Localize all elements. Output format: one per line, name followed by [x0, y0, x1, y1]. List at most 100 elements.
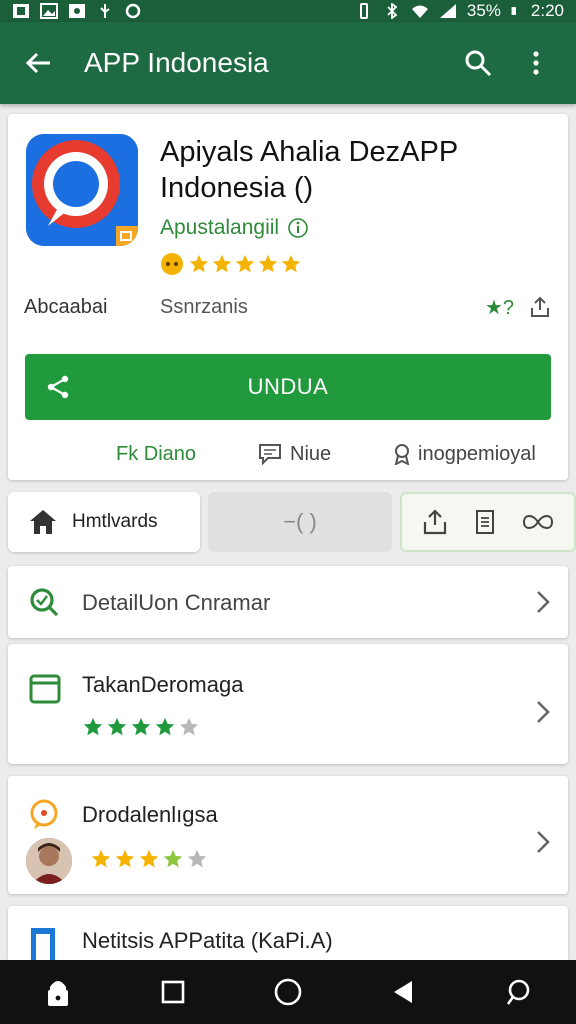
secondary-action-c-label: inogpemioyal: [418, 442, 536, 465]
back-arrow-icon: [25, 52, 50, 74]
status-bar: 35% 2:20: [0, 0, 576, 22]
meta-actions: ★?: [485, 295, 552, 320]
app-name: Apiyals Ahalia DezAPP Indonesia (): [160, 134, 550, 206]
star-icon: [179, 717, 199, 736]
chevron-right-icon: [537, 831, 550, 853]
battery-icon: [511, 7, 516, 15]
speech-icon: [507, 979, 530, 1005]
back-button[interactable]: [18, 43, 58, 83]
secondary-action-b[interactable]: Niue: [258, 443, 331, 466]
bluetooth-icon: [387, 3, 398, 19]
star-icon: [83, 717, 103, 736]
list-item-details[interactable]: DetailUon Cnramar: [8, 566, 568, 638]
lock-icon: [47, 981, 68, 1006]
more-vert-icon: [533, 51, 539, 75]
share-icon: [47, 375, 69, 399]
list-item-rating-b[interactable]: Drodalenlıgsa: [8, 776, 568, 894]
upload-icon[interactable]: [421, 508, 449, 536]
secondary-action-c[interactable]: inogpemioyal: [392, 443, 536, 466]
developer-link[interactable]: Apustalangiil: [160, 216, 309, 240]
app-name-line1: Apiyals Ahalia DezAPP: [160, 136, 459, 168]
signal-icon: [439, 4, 456, 18]
chevron-right-icon: [537, 701, 550, 723]
photo-icon: [69, 4, 85, 18]
triangle-back-icon: [394, 981, 413, 1003]
app-star-rating: [188, 253, 302, 275]
window-icon: [29, 674, 61, 704]
list-item-details-label: DetailUon Cnramar: [82, 590, 271, 615]
tab-home[interactable]: Hmtlvards: [8, 492, 200, 552]
bookmark-icon: [31, 928, 55, 962]
star-icon: [163, 849, 183, 868]
meta-category: Abcaabai: [24, 295, 108, 318]
list-item-rating-a-stars: [82, 716, 200, 738]
circle-icon: [274, 978, 302, 1006]
meta-subtitle: Ssnrzanis: [160, 295, 248, 318]
list-item-rating-b-stars: [90, 848, 208, 870]
tab-middle[interactable]: −( ): [208, 492, 392, 552]
home-icon: [30, 510, 56, 534]
status-right: 35% 2:20: [355, 1, 564, 21]
search-icon: [465, 50, 492, 77]
info-icon: [288, 218, 308, 238]
image-icon: [40, 3, 58, 19]
secondary-action-b-label: Niue: [290, 442, 332, 465]
wifi-icon: [411, 5, 428, 18]
star-icon: [258, 254, 278, 273]
star-icon: [155, 717, 175, 736]
more-options-button[interactable]: [514, 41, 558, 85]
list-item-rating-a-label: TakanDeromaga: [82, 672, 244, 697]
square-icon: [161, 980, 185, 1004]
tab-actions: [400, 492, 576, 552]
app-bar: APP Indonesia: [0, 22, 576, 104]
star-icon: [115, 849, 135, 868]
status-left: [12, 3, 142, 19]
app-rating: [160, 252, 302, 276]
star-icon: [281, 254, 301, 273]
secondary-actions: Fk Diano Niue inogpemioyal: [8, 436, 568, 472]
nav-home-button[interactable]: [263, 967, 313, 1017]
list-icon[interactable]: [474, 509, 496, 535]
avatar: [26, 838, 72, 884]
star-icon: [212, 254, 232, 273]
app-header-card: Apiyals Ahalia DezAPP Indonesia () Apust…: [8, 114, 568, 480]
app-bar-title: APP Indonesia: [84, 47, 269, 78]
infinity-icon[interactable]: [521, 512, 555, 532]
list-item-rating-a[interactable]: TakanDeromaga: [8, 644, 568, 764]
list-item-news-label: Netitsis APPatita (KaPi.A): [82, 928, 333, 953]
vibrate-icon: [359, 3, 368, 19]
tab-middle-label: −( ): [283, 509, 317, 534]
nav-recents-button[interactable]: [148, 967, 198, 1017]
navigation-bar: [0, 960, 576, 1024]
upload-share-icon[interactable]: [528, 295, 552, 319]
developer-name: Apustalangiil: [160, 216, 280, 239]
sim-icon: [13, 4, 29, 18]
award-icon: [394, 444, 410, 465]
search-check-icon: [30, 588, 59, 617]
star-icon: [187, 849, 207, 868]
secondary-action-a[interactable]: Fk Diano: [116, 443, 196, 466]
comment-icon: [259, 444, 281, 465]
nav-back-button[interactable]: [378, 967, 428, 1017]
chevron-right-icon: [537, 591, 550, 613]
app-logo: [26, 134, 138, 246]
nav-assistant-button[interactable]: [493, 967, 543, 1017]
clock: 2:20: [530, 1, 564, 20]
install-button[interactable]: UNDUA: [25, 354, 551, 420]
search-button[interactable]: [456, 41, 500, 85]
sync-icon: [125, 3, 141, 19]
star-icon: [235, 254, 255, 273]
meta-row: Abcaabai Ssnrzanis ★?: [24, 292, 552, 322]
star-icon: [91, 849, 111, 868]
star-icon: [131, 717, 151, 736]
star-icon: [139, 849, 159, 868]
nav-lock-button[interactable]: [33, 967, 83, 1017]
install-label: UNDUA: [247, 374, 329, 399]
list-item-rating-b-label: Drodalenlıgsa: [82, 802, 218, 827]
chat-bubble-icon: [30, 799, 58, 829]
tab-home-label: Hmtlvards: [72, 511, 158, 532]
star-icon: [107, 717, 127, 736]
meta-badge: ★?: [484, 296, 514, 319]
list-item-news[interactable]: Netitsis APPatita (KaPi.A): [8, 906, 568, 964]
battery-percent: 35%: [466, 1, 501, 20]
